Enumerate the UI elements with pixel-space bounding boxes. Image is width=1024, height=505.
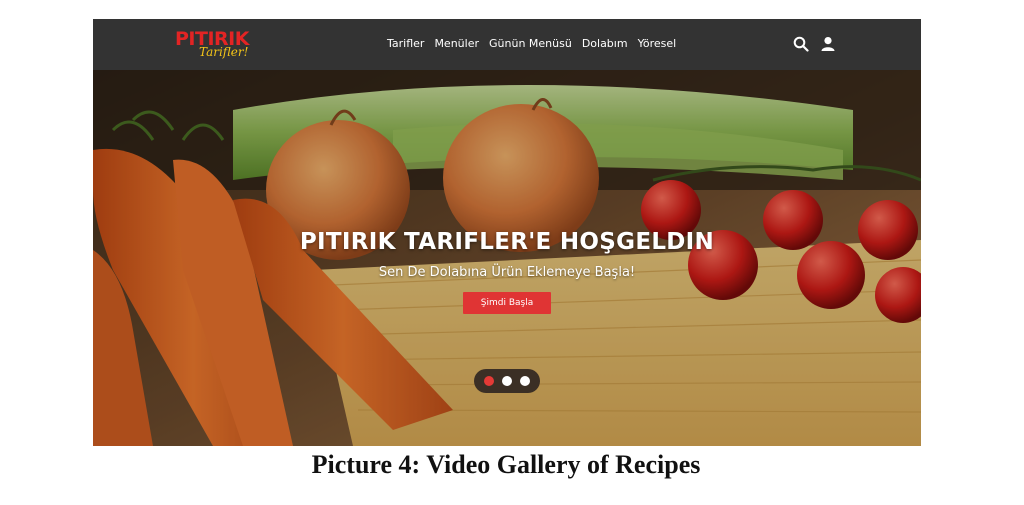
user-icon[interactable]: [820, 36, 836, 52]
nav-link-menuler[interactable]: Menüler: [434, 37, 479, 50]
slider-pagination: [474, 369, 540, 393]
nav-link-dolabim[interactable]: Dolabım: [582, 37, 628, 50]
start-now-button[interactable]: Şimdi Başla: [463, 292, 551, 314]
slide-dot-1[interactable]: [484, 376, 494, 386]
hero-slider: PITIRIK TARIFLER'E HOŞGELDIN Sen De Dola…: [93, 70, 921, 446]
hero-subtitle: Sen De Dolabına Ürün Eklemeye Başla!: [378, 265, 636, 280]
hero-title: PITIRIK TARIFLER'E HOŞGELDIN: [299, 229, 715, 255]
nav-link-tarifler[interactable]: Tarifler: [387, 37, 424, 50]
logo-tagline: Tarifler!: [199, 45, 249, 59]
browser-screenshot: PITIRIK Tarifler! Tarifler Menüler Günün…: [93, 19, 921, 446]
slide-dot-3[interactable]: [520, 376, 530, 386]
site-logo[interactable]: PITIRIK Tarifler!: [175, 28, 257, 62]
figure-caption: Picture 4: Video Gallery of Recipes: [311, 450, 701, 479]
nav-link-yoresel[interactable]: Yöresel: [638, 37, 677, 50]
navbar: PITIRIK Tarifler! Tarifler Menüler Günün…: [93, 19, 921, 70]
slide-dot-2[interactable]: [502, 376, 512, 386]
search-icon[interactable]: [793, 36, 809, 52]
nav-links: Tarifler Menüler Günün Menüsü Dolabım Yö…: [387, 37, 676, 50]
nav-link-gunun-menusu[interactable]: Günün Menüsü: [489, 37, 572, 50]
